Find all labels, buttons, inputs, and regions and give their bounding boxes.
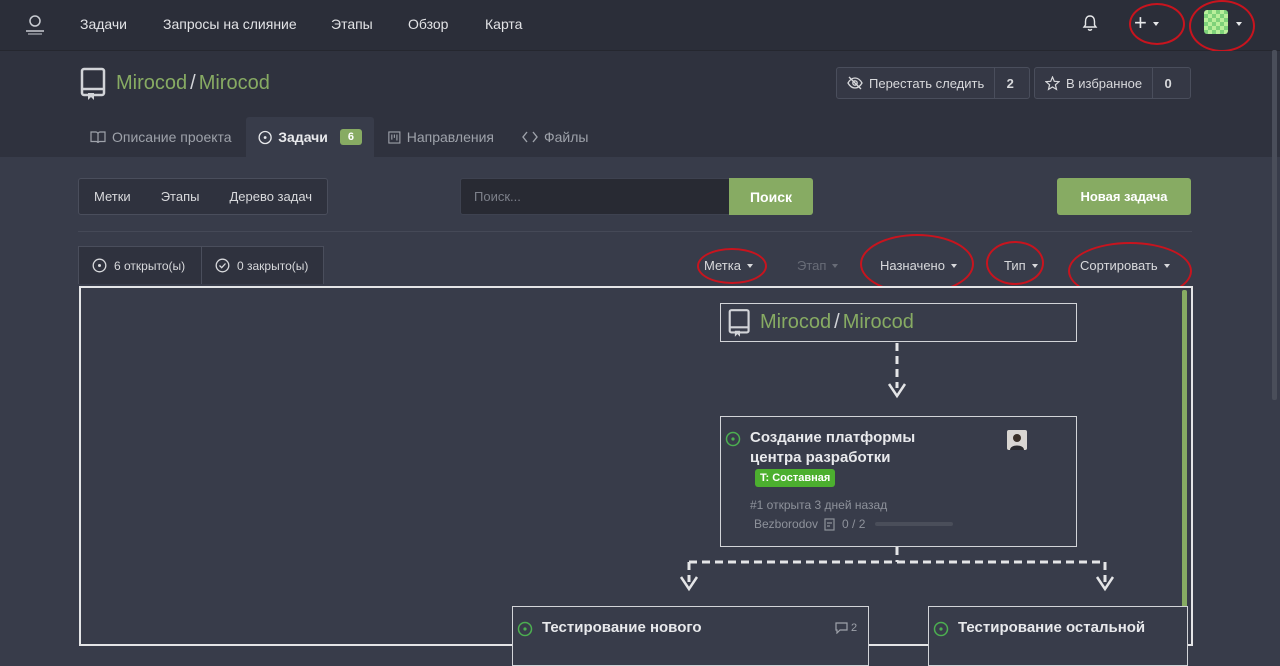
issue-card[interactable]: Создание платформы центра разработки T: … <box>720 416 1077 547</box>
person-icon <box>1007 430 1027 450</box>
tree-root-node[interactable]: Mirocod / Mirocod <box>720 303 1077 342</box>
checklist-icon <box>824 517 835 531</box>
issue-label-chip[interactable]: T: Составная <box>755 469 836 487</box>
issue-card[interactable]: Тестирование нового 2 <box>512 606 869 666</box>
path-separator: / <box>834 311 840 333</box>
issue-open-icon <box>725 431 741 447</box>
root-owner[interactable]: Mirocod <box>760 311 831 333</box>
issue-card[interactable]: Тестирование остальной <box>928 606 1188 666</box>
issue-open-icon <box>517 621 533 637</box>
issue-progress-row: Bezborodov 0 / 2 <box>754 517 954 531</box>
issue-title[interactable]: Создание платформы центра разработки <box>750 428 980 468</box>
issue-title[interactable]: Тестирование остальной <box>958 618 1188 638</box>
issue-title[interactable]: Тестирование нового <box>542 618 772 638</box>
root-name[interactable]: Mirocod <box>843 311 914 333</box>
comment-icon <box>835 622 848 634</box>
tree-connectors <box>679 343 1115 592</box>
assignee-avatar[interactable] <box>1007 430 1027 450</box>
comment-count: 2 <box>835 622 857 634</box>
issue-author[interactable]: Bezborodov <box>754 517 818 531</box>
repo-icon <box>728 308 750 337</box>
issue-meta: #1 открыта 3 дней назад <box>750 498 888 512</box>
task-progress-text: 0 / 2 <box>842 517 866 531</box>
task-progress-bar <box>875 522 954 526</box>
issue-open-icon <box>933 621 949 637</box>
